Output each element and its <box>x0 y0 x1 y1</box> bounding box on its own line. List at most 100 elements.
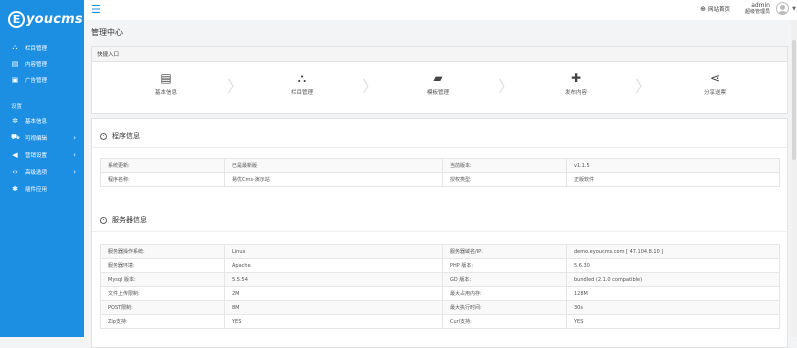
scrollbar-thumb[interactable] <box>792 40 796 160</box>
sidebar-item-label: 可视编辑 <box>25 135 48 142</box>
table-cell: 服务器域名/IP: <box>442 244 567 259</box>
sidebar-item-label: 插件应用 <box>25 186 48 193</box>
sidebar-item-basic-info[interactable]: ✲ 基本信息 <box>0 112 84 129</box>
caret-down-icon[interactable]: ▼ <box>792 6 796 12</box>
table-row: 服务器操作系统: Linux 服务器域名/IP: demo.eyoucms.co… <box>100 244 780 259</box>
table-cell: 30s <box>566 300 780 315</box>
divider <box>92 147 787 148</box>
chevron-right-icon: 〉 <box>498 77 515 96</box>
page-title: 管理中心 <box>91 28 123 37</box>
sidebar-item-label: 广告管理 <box>25 77 48 84</box>
table-cell: 128M <box>566 286 780 301</box>
sidebar-item-advanced[interactable]: ‹› 高级选项 › <box>0 163 84 180</box>
chevron-right-icon: › <box>73 150 76 159</box>
table-cell: 已是最新版 <box>224 158 443 173</box>
quick-entry-title: 快捷入口 <box>92 47 787 62</box>
quick-entry-share[interactable]: ⋖ 分享送票 <box>685 71 745 96</box>
image-icon: ▣ <box>11 75 19 84</box>
list-icon: ▤ <box>11 59 19 68</box>
server-info-heading: 服务器信息 <box>100 215 147 225</box>
server-info-table: 服务器操作系统: Linux 服务器域名/IP: demo.eyoucms.co… <box>100 244 780 329</box>
table-cell: 服务器操作系统: <box>100 244 225 259</box>
server-info-title: 服务器信息 <box>112 216 147 224</box>
program-info-heading: 程序信息 <box>100 131 140 141</box>
logo[interactable]: E youcms <box>8 8 83 30</box>
table-cell: 正版软件 <box>566 172 780 187</box>
quick-entry-label: 发布内容 <box>564 90 587 96</box>
avatar[interactable] <box>776 2 789 15</box>
quick-entry-column-manage[interactable]: ⛬ 栏目管理 <box>272 71 332 96</box>
sitemap-icon: ⛬ <box>12 43 18 51</box>
username: admin <box>751 2 770 9</box>
table-row: 程序名称: 易优Cms-演示站 授权类型: 正版软件 <box>100 172 780 187</box>
table-row: 系统更新: 已是最新版 当前版本: v1.1.5 <box>100 158 780 173</box>
table-cell: 当前版本: <box>442 158 567 173</box>
chevron-right-icon: 〉 <box>227 77 244 96</box>
table-cell: bundled (2.1.0 compatible) <box>566 272 780 287</box>
sidebar-item-plugins[interactable]: ✱ 插件应用 <box>0 180 84 197</box>
table-cell: POST限制: <box>100 300 225 315</box>
quick-entry-template-manage[interactable]: ▰ 模板管理 <box>408 71 468 96</box>
share-icon: ⋖ <box>709 71 721 85</box>
sidebar-item-marketing[interactable]: ◀ 营销设置 › <box>0 146 84 163</box>
sidebar-item-column-manage[interactable]: ⛬ 栏目管理 <box>0 39 84 56</box>
user-info[interactable]: admin 超级管理员 <box>745 2 770 16</box>
table-cell: 8M <box>224 300 443 315</box>
table-cell: 2M <box>224 286 443 301</box>
table-row: Zip支持: YES Curl支持: YES <box>100 314 780 329</box>
table-cell: PHP 版本: <box>442 258 567 273</box>
quick-entry-panel: 快捷入口 ▤ 基本信息 〉 ⛬ 栏目管理 〉 ▰ 模板管理 〉 ✚ 发布内容 〉… <box>91 46 788 114</box>
quick-entry-basic-info[interactable]: ▤ 基本信息 <box>136 71 196 96</box>
table-cell: 最大占用内存: <box>442 286 567 301</box>
info-panel: 程序信息 系统更新: 已是最新版 当前版本: v1.1.5 程序名称: 易优Cm… <box>91 118 788 348</box>
quick-entry-label: 基本信息 <box>154 90 177 96</box>
table-cell: GD 版本: <box>442 272 567 287</box>
sitemap-icon: ⛬ <box>297 71 307 85</box>
sidebar-item-label: 内容管理 <box>25 61 48 68</box>
logo-text: youcms <box>26 11 83 27</box>
menu-toggle-icon[interactable]: ☰ <box>91 3 101 16</box>
table-cell: 5.6.30 <box>566 258 780 273</box>
sidebar-item-label: 栏目管理 <box>25 45 48 52</box>
table-row: 服务器环境: Apache PHP 版本: 5.6.30 <box>100 258 780 273</box>
program-info-table: 系统更新: 已是最新版 当前版本: v1.1.5 程序名称: 易优Cms-演示站… <box>100 158 780 187</box>
quick-entry-label: 模板管理 <box>426 90 449 96</box>
site-home-link[interactable]: ⊕ 网站首页 <box>700 5 730 13</box>
table-row: Mysql 版本: 5.5.54 GD 版本: bundled (2.1.0 c… <box>100 272 780 287</box>
quick-entry-label: 栏目管理 <box>290 90 313 96</box>
table-cell: Apache <box>224 258 443 273</box>
topbar: ☰ ⊕ 网站首页 admin 超级管理员 ▼ <box>84 0 797 20</box>
table-cell: demo.eyoucms.com [ 47.104.8.10 ] <box>566 244 780 259</box>
table-cell: YES <box>566 314 780 329</box>
user-role: 超级管理员 <box>744 9 770 15</box>
table-cell: Zip支持: <box>100 314 225 329</box>
folder-open-icon: ▰ <box>433 71 443 85</box>
sidebar-item-content-manage[interactable]: ▤ 内容管理 <box>0 55 84 72</box>
table-cell: 易优Cms-演示站 <box>224 172 443 187</box>
sidebar-item-ad-manage[interactable]: ▣ 广告管理 <box>0 71 84 88</box>
chevron-right-icon: 〉 <box>362 77 379 96</box>
table-row: 文件上传限制: 2M 最大占用内存: 128M <box>100 286 780 301</box>
program-info-title: 程序信息 <box>112 132 140 140</box>
sidebar-item-label: 高级选项 <box>25 169 48 176</box>
sidebar-item-label: 营销设置 <box>25 152 48 159</box>
plugin-icon: ✱ <box>12 184 18 193</box>
chevron-right-icon: 〉 <box>635 77 652 96</box>
table-cell: 5.5.54 <box>224 272 443 287</box>
plus-icon: ✚ <box>570 71 582 85</box>
id-card-icon: ▤ <box>160 71 172 85</box>
page-scrollbar[interactable] <box>791 20 797 337</box>
code-icon: ‹› <box>12 167 18 176</box>
table-cell: 程序名称: <box>100 172 225 187</box>
table-cell: Curl支持: <box>442 314 567 329</box>
sidebar-section-settings: 设置 <box>11 104 23 110</box>
sidebar-item-visual-edit[interactable]: ⛟ 可视编辑 › <box>0 129 84 146</box>
logo-mark: E <box>8 10 25 28</box>
quick-entry-publish[interactable]: ✚ 发布内容 <box>546 71 606 96</box>
table-cell: 授权类型: <box>442 172 567 187</box>
gear-icon: ✲ <box>12 116 18 125</box>
megaphone-icon: ◀ <box>12 150 18 159</box>
avatar-head-shape <box>780 5 785 10</box>
table-cell: Mysql 版本: <box>100 272 225 287</box>
table-row: POST限制: 8M 最大执行时间: 30s <box>100 300 780 315</box>
